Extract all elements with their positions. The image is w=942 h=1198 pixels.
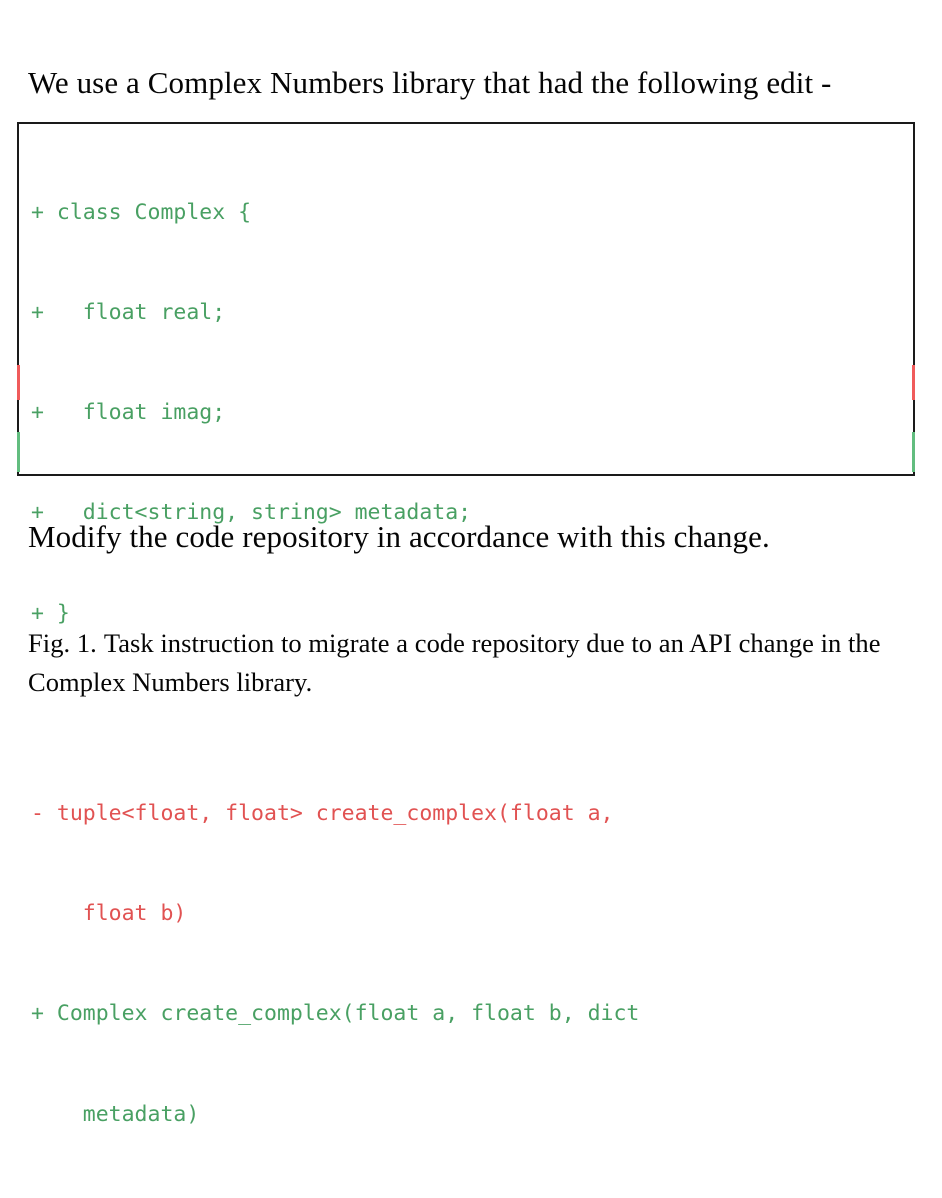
diff-line-wrap: float b) xyxy=(31,901,187,927)
diff-code-block: + class Complex { + float real; + float … xyxy=(17,122,915,1127)
diff-line-wrap: metadata) xyxy=(31,1101,200,1127)
figure-label: Fig. 1. xyxy=(28,627,97,658)
diff-line: + float imag; xyxy=(31,400,226,426)
diff-line: + class Complex { xyxy=(31,199,252,225)
figure-page: We use a Complex Numbers library that ha… xyxy=(0,0,942,1127)
diff-line: + float real; xyxy=(31,300,226,326)
figure-caption-text: Task instruction to migrate a code repos… xyxy=(28,627,881,697)
gutter-segment-addition-right xyxy=(912,432,915,472)
intro-paragraph: We use a Complex Numbers library that ha… xyxy=(28,65,832,100)
diff-line: + Complex create_complex(float a, float … xyxy=(31,1001,640,1027)
gutter-segment-deletion-right xyxy=(912,365,915,400)
gutter-segment-addition-left xyxy=(17,432,20,472)
figure-caption: Fig. 1. Task instruction to migrate a cod… xyxy=(28,624,918,702)
closing-paragraph: Modify the code repository in accordance… xyxy=(28,519,770,554)
diff-line: - tuple<float, float> create_complex(flo… xyxy=(31,801,614,827)
gutter-segment-deletion-left xyxy=(17,365,20,400)
